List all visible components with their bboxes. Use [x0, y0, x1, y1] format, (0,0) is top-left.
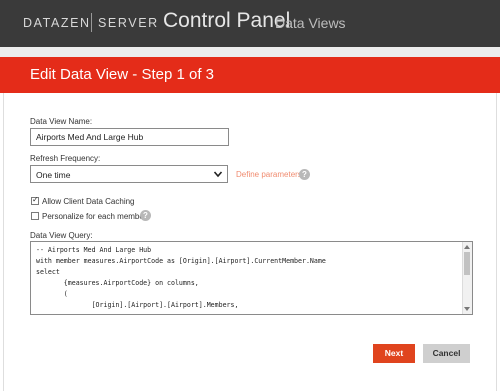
data-view-name-input[interactable]: Airports Med And Large Hub	[30, 128, 229, 146]
brand-divider	[91, 13, 92, 32]
query-line: [Origin].[Airport].[Airport].Members,	[36, 301, 239, 309]
define-parameters-link[interactable]: Define parameters...	[236, 170, 308, 179]
personalize-label: Personalize for each member	[42, 212, 147, 221]
cancel-button[interactable]: Cancel	[423, 344, 470, 363]
app-title: Control Panel	[163, 9, 291, 32]
query-label: Data View Query:	[30, 231, 93, 240]
app-subtitle: Data Views	[275, 15, 346, 31]
scroll-thumb[interactable]	[464, 252, 470, 275]
brand-logo: DATAZEN	[23, 16, 91, 30]
help-icon[interactable]: ?	[140, 210, 151, 221]
scroll-down-icon[interactable]	[463, 306, 471, 312]
next-button[interactable]: Next	[373, 344, 415, 363]
top-bar: DATAZEN SERVER Control Panel Data Views	[0, 0, 500, 47]
scroll-up-icon[interactable]	[463, 244, 471, 250]
data-view-query-editor[interactable]: -- Airports Med And Large Hub with membe…	[30, 241, 473, 315]
refresh-frequency-value: One time	[36, 170, 71, 180]
query-line: -- Airports Med And Large Hub	[36, 246, 152, 254]
chevron-down-icon	[213, 171, 223, 178]
checkmark-icon: ✓	[32, 195, 39, 204]
query-line: with member measures.AirportCode as [Ori…	[36, 257, 326, 265]
query-line: (	[36, 290, 68, 298]
brand-product: SERVER	[98, 16, 159, 30]
name-label: Data View Name:	[30, 117, 93, 126]
allow-caching-label: Allow Client Data Caching	[42, 197, 135, 206]
allow-caching-checkbox[interactable]: ✓	[31, 195, 39, 205]
help-icon[interactable]: ?	[299, 169, 310, 180]
refresh-frequency-select[interactable]: One time	[30, 165, 228, 183]
query-line: select	[36, 268, 60, 276]
dialog-title: Edit Data View - Step 1 of 3	[30, 66, 214, 83]
header-gap	[0, 47, 500, 57]
vertical-scrollbar[interactable]	[462, 242, 472, 314]
query-line: {measures.AirportCode} on columns,	[36, 279, 199, 287]
refresh-label: Refresh Frequency:	[30, 154, 101, 163]
personalize-checkbox[interactable]	[31, 212, 39, 220]
